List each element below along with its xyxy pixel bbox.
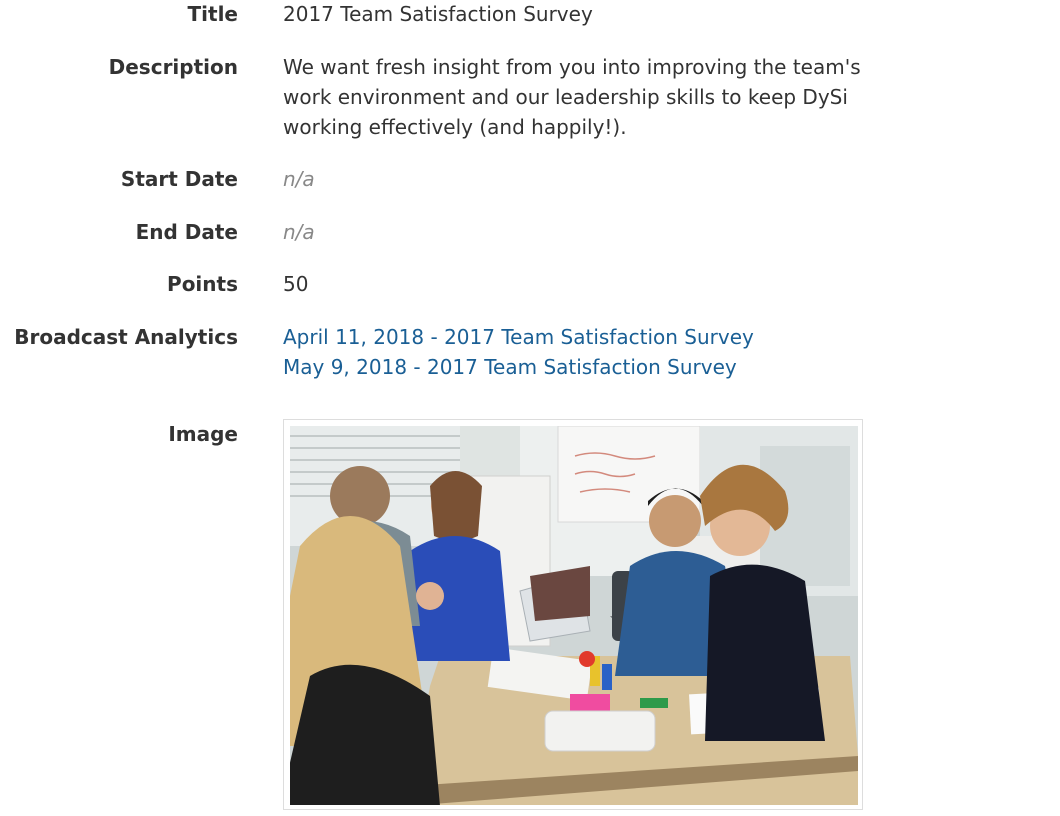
team-meeting-photo [290, 426, 858, 805]
description-value: We want fresh insight from you into impr… [283, 55, 861, 139]
image-label: Image [168, 422, 238, 446]
broadcast-analytics-link-may[interactable]: May 9, 2018 - 2017 Team Satisfaction Sur… [283, 352, 754, 382]
end-date-value: n/a [283, 220, 315, 244]
broadcast-analytics-link-april[interactable]: April 11, 2018 - 2017 Team Satisfaction … [283, 322, 754, 352]
title-value: 2017 Team Satisfaction Survey [283, 2, 593, 26]
end-date-label: End Date [135, 220, 238, 244]
broadcast-analytics-links: April 11, 2018 - 2017 Team Satisfaction … [283, 322, 754, 382]
points-label: Points [167, 272, 238, 296]
start-date-label: Start Date [120, 167, 238, 191]
points-value: 50 [283, 272, 309, 296]
description-label: Description [108, 55, 238, 79]
start-date-value: n/a [283, 167, 315, 191]
survey-image-frame [283, 419, 863, 810]
broadcast-analytics-label: Broadcast Analytics [14, 325, 238, 349]
title-label: Title [187, 2, 238, 26]
